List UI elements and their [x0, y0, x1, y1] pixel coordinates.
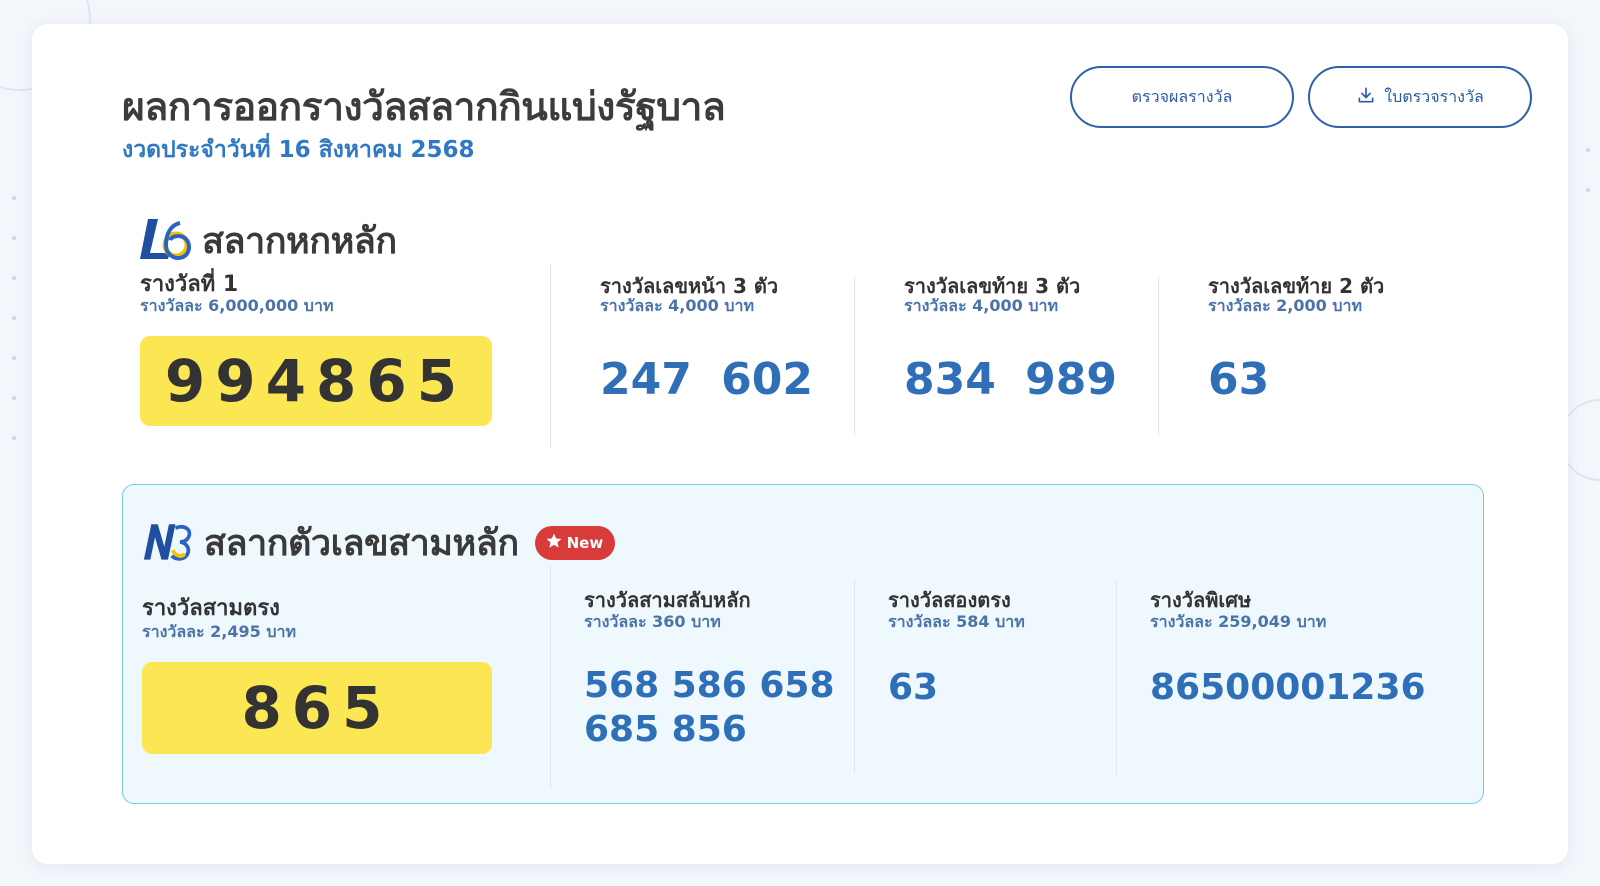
page-title: ผลการออกรางวัลสลากกินแบ่งรัฐบาล: [122, 85, 726, 130]
results-card: ผลการออกรางวัลสลากกินแบ่งรัฐบาล งวดประจำ…: [32, 24, 1568, 864]
l6-logo-icon: [140, 217, 192, 265]
shuffle3-numbers-line2: 685 856: [584, 709, 747, 750]
l6-section-title: สลากหกหลัก: [202, 221, 397, 262]
check-results-label: ตรวจผลรางวัล: [1131, 86, 1233, 106]
straight3-amount: รางวัลละ 2,495 บาท: [142, 622, 297, 641]
l6-section-header: สลากหกหลัก: [140, 212, 397, 269]
download-checklist-label: ใบตรวจรางวัล: [1384, 86, 1484, 106]
download-icon: [1356, 85, 1376, 109]
shuffle3-numbers-line1: 568 586 658: [584, 665, 835, 706]
last3-amount: รางวัลละ 4,000 บาท: [904, 296, 1059, 315]
n3-section-title: สลากตัวเลขสามหลัก: [204, 523, 519, 564]
new-badge-label: New: [566, 533, 604, 552]
last2-amount: รางวัลละ 2,000 บาท: [1208, 296, 1363, 315]
divider: [1116, 580, 1117, 774]
n3-section-header: สลากตัวเลขสามหลัก New: [142, 514, 616, 571]
first-prize-amount: รางวัลละ 6,000,000 บาท: [140, 296, 334, 315]
first-prize-number: 994865: [140, 336, 492, 426]
star-icon: [545, 532, 563, 554]
new-badge: New: [534, 525, 616, 560]
n3-logo-icon: [142, 519, 194, 567]
straight2-amount: รางวัลละ 584 บาท: [888, 612, 1025, 631]
divider: [550, 264, 551, 448]
draw-date: งวดประจำวันที่ 16 สิงหาคม 2568: [122, 137, 475, 163]
special-prize-amount: รางวัลละ 259,049 บาท: [1150, 612, 1327, 631]
divider: [854, 580, 855, 774]
last2-numbers: 63: [1208, 354, 1270, 405]
front3-amount: รางวัลละ 4,000 บาท: [600, 296, 755, 315]
straight2-number: 63: [888, 667, 939, 708]
check-results-button[interactable]: ตรวจผลรางวัล: [1070, 66, 1294, 128]
special-prize-number: 86500001236: [1150, 667, 1426, 708]
shuffle3-amount: รางวัลละ 360 บาท: [584, 612, 721, 631]
front3-numbers: 247 602: [600, 354, 814, 405]
download-checklist-button[interactable]: ใบตรวจรางวัล: [1308, 66, 1532, 128]
last3-numbers: 834 989: [904, 354, 1118, 405]
divider: [550, 566, 551, 788]
straight3-number: 865: [142, 662, 492, 754]
divider: [1158, 276, 1159, 436]
divider: [854, 276, 855, 436]
